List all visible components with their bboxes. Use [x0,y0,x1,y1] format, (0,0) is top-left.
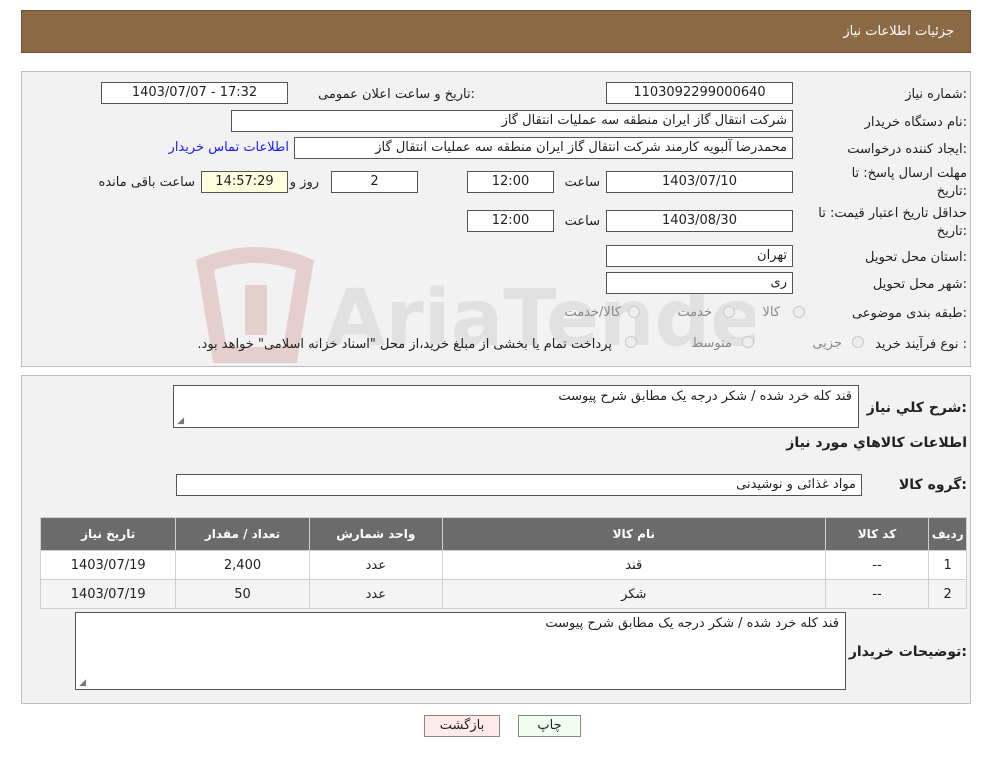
cell-need-date: 1403/07/19 [39,550,177,580]
col-code: کد کالا [824,517,930,551]
buyer-notes-text: قند کله خرد شده / شکر درجه یک مطابق شرح … [545,616,839,631]
items-section-title: اطلاعات کالاهاي مورد نياز [786,435,967,451]
purchase-type-label: نوع فرآیند خرید : [875,337,967,352]
city-field: ری [606,272,793,294]
category-option-goods: کالا [762,305,780,320]
cell-name: شکر [441,579,826,609]
category-label: طبقه بندی موضوعی: [851,306,967,321]
cell-row: 2 [928,579,967,609]
print-button[interactable]: چاپ [518,715,581,737]
deadline-time-label: ساعت [564,175,600,190]
treasury-bond-note: پرداخت تمام یا بخشی از مبلغ خرید،از محل … [197,337,612,352]
buyer-notes-label: توضیحات خریدار: [848,644,967,660]
col-row: رديف [928,517,967,551]
remaining-time-field: 14:57:29 [201,171,288,193]
purchase-radio-medium[interactable] [742,336,754,348]
cell-code: -- [824,579,930,609]
cell-quantity: 50 [175,579,310,609]
validity-time-field: 12:00 [467,210,554,232]
need-number-label: شماره نیاز: [905,87,967,102]
cell-name: قند [441,550,826,580]
col-name: نام کالا [441,517,826,551]
buyer-org-field: شرکت انتقال گاز ایران منطقه سه عملیات ان… [231,110,793,132]
buyer-contact-link[interactable]: اطلاعات تماس خریدار [169,140,289,155]
deadline-label-date: تاریخ: [936,184,967,199]
announce-date-label: تاریخ و ساعت اعلان عمومی: [318,87,475,102]
table-row: 1 -- قند عدد 2,400 1403/07/19 [39,550,967,580]
creator-label: ایجاد کننده درخواست: [847,142,967,157]
buyer-org-label: نام دستگاه خريدار: [864,115,967,130]
col-unit: واحد شمارش [308,517,443,551]
cell-need-date: 1403/07/19 [39,579,177,609]
deadline-date-field: 1403/07/10 [606,171,793,193]
deadline-time-field: 12:00 [467,171,554,193]
cell-unit: عدد [308,579,443,609]
province-field: تهران [606,245,793,267]
summary-label: شرح کلي نياز: [866,400,967,416]
category-radio-goods-service[interactable] [628,306,640,318]
days-remaining-field: 2 [331,171,418,193]
days-label: روز و [289,175,319,190]
summary-textarea[interactable]: قند کله خرد شده / شکر درجه یک مطابق شرح … [173,385,859,428]
items-table-header: رديف کد کالا نام کالا واحد شمارش تعداد /… [39,517,967,551]
purchase-option-medium: متوسط [691,336,732,351]
announce-date-field: 1403/07/07 - 17:32 [101,82,288,104]
price-validity-date-field: 1403/08/30 [606,210,793,232]
province-label: استان محل تحویل: [865,250,967,265]
category-option-goods-service: کالا/خدمت [564,305,621,320]
city-label: شهر محل تحویل: [872,277,967,292]
price-validity-label-date: تاریخ: [936,224,967,239]
purchase-option-minor: جزیی [812,336,842,351]
table-row: 2 -- شکر عدد 50 1403/07/19 [39,579,967,609]
price-validity-label: حداقل تاریخ اعتبار قیمت: تا [818,206,967,221]
col-need-date: تاريخ نياز [39,517,177,551]
validity-time-label: ساعت [564,214,600,229]
remaining-time-label: ساعت باقی مانده [98,175,195,190]
buyer-notes-textarea[interactable]: قند کله خرد شده / شکر درجه یک مطابق شرح … [75,612,846,690]
resize-grip-icon[interactable]: ◢ [176,417,184,426]
category-radio-service[interactable] [723,306,735,318]
category-option-service: خدمت [677,305,712,320]
treasury-bond-checkbox[interactable] [625,336,637,348]
items-table: رديف کد کالا نام کالا واحد شمارش تعداد /… [39,517,967,609]
goods-group-label: گروه کالا: [898,477,967,493]
deadline-label: مهلت ارسال پاسخ: تا [851,166,967,181]
cell-unit: عدد [308,550,443,580]
need-number-field: 1103092299000640 [606,82,793,104]
page-header: جزئیات اطلاعات نیاز [21,10,971,53]
summary-text: قند کله خرد شده / شکر درجه یک مطابق شرح … [558,389,852,404]
category-radio-goods[interactable] [793,306,805,318]
purchase-radio-minor[interactable] [852,336,864,348]
cell-row: 1 [928,550,967,580]
goods-group-field: مواد غذائی و نوشیدنی [176,474,862,496]
back-button[interactable]: بازگشت [424,715,500,737]
resize-grip-icon[interactable]: ◢ [78,679,86,688]
cell-code: -- [824,550,930,580]
col-quantity: تعداد / مقدار [175,517,310,551]
creator-field: محمدرضا آلبویه کارمند شرکت انتقال گاز ای… [294,137,793,159]
page-title: جزئیات اطلاعات نیاز [843,24,954,39]
cell-quantity: 2,400 [175,550,310,580]
